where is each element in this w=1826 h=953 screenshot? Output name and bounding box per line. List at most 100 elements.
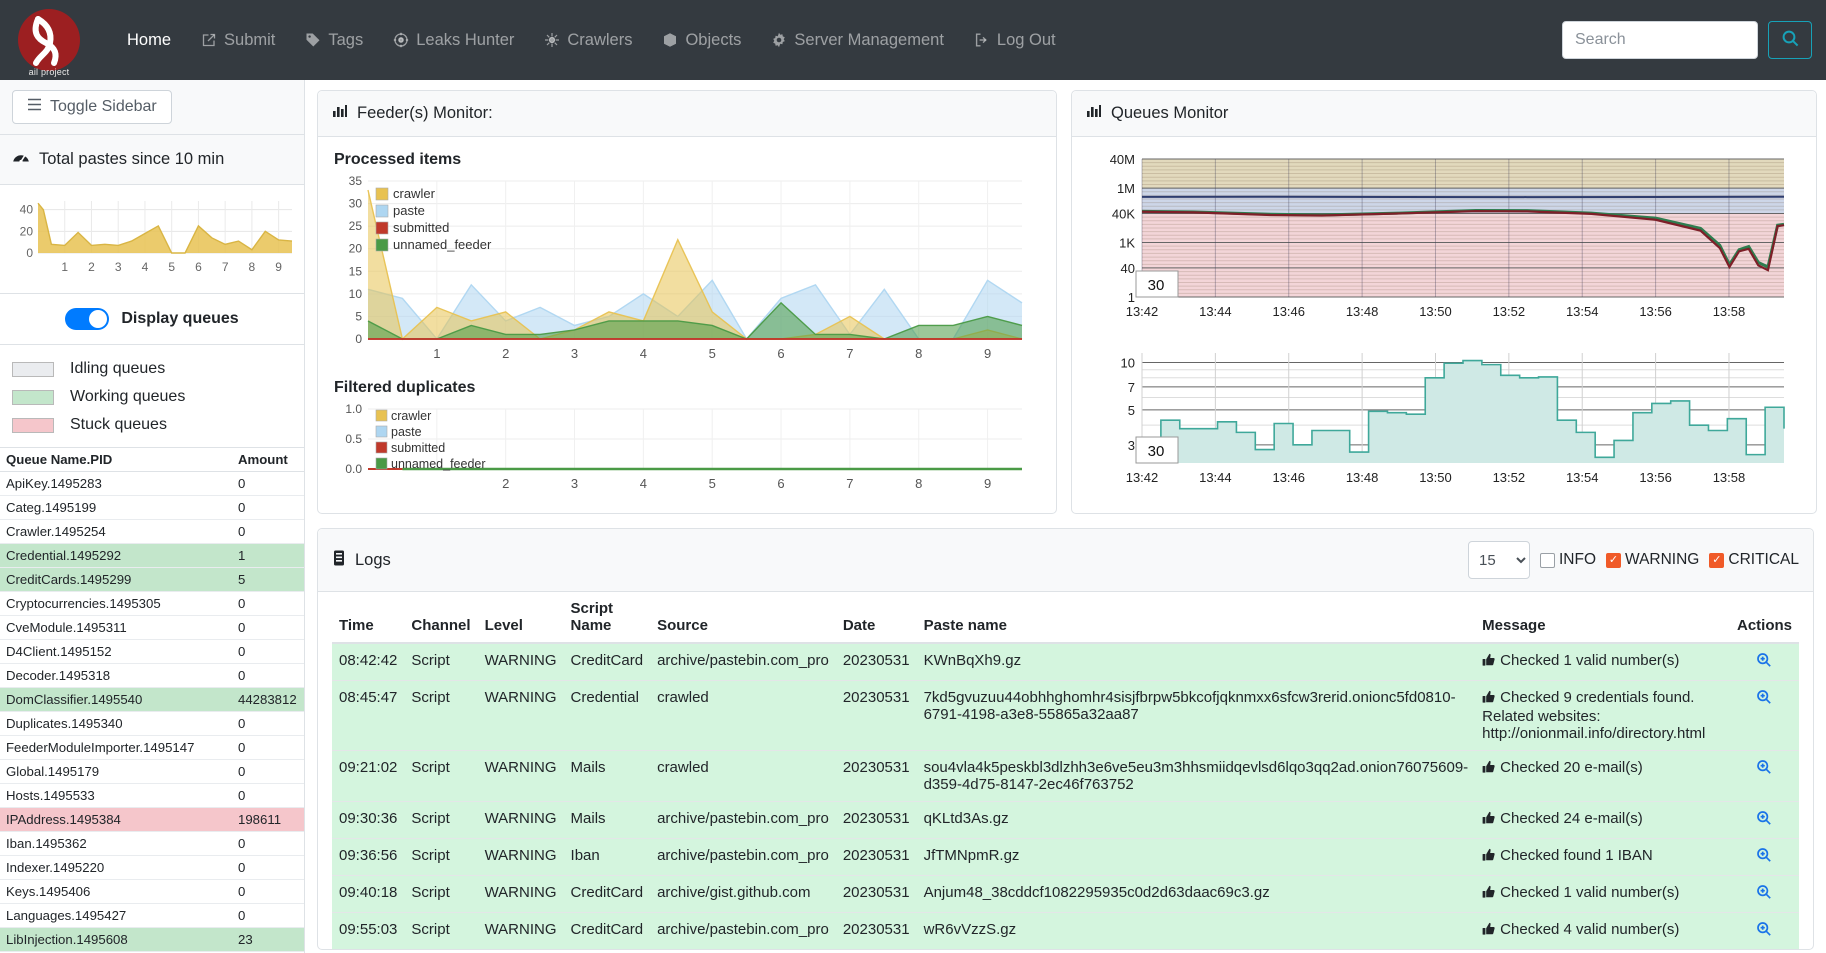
log-row[interactable]: 08:45:47 Script WARNING Credential crawled 20… — [332, 680, 1799, 751]
queue-row[interactable]: CreditCards.1495299 5 — [0, 567, 304, 592]
log-channel: Script — [404, 801, 478, 839]
list-icon — [332, 550, 346, 571]
filter-warning[interactable]: WARNING — [1606, 551, 1699, 569]
queue-name: Indexer.1495220 — [0, 855, 232, 880]
queue-row[interactable]: FeederModuleImporter.1495147 0 — [0, 735, 304, 760]
nav-item-objects[interactable]: Objects — [647, 23, 756, 58]
nav-item-crawlers[interactable]: Crawlers — [529, 23, 647, 58]
logs-col-script-name[interactable]: Script Name — [563, 592, 651, 644]
log-action-cell[interactable] — [1729, 875, 1799, 913]
queue-row[interactable]: CveModule.1495311 0 — [0, 615, 304, 640]
critical-checkbox[interactable] — [1709, 552, 1725, 568]
svg-text:5: 5 — [355, 309, 362, 323]
logs-col-source[interactable]: Source — [650, 592, 836, 644]
brand-logo[interactable]: ail project — [10, 1, 88, 79]
zoom-in-icon[interactable] — [1756, 922, 1772, 941]
nav-item-submit[interactable]: Submit — [186, 23, 290, 58]
queue-row[interactable]: Languages.1495427 0 — [0, 903, 304, 928]
log-time: 08:42:42 — [332, 642, 405, 681]
legend-swatch-stuck — [12, 417, 54, 433]
svg-text:40: 40 — [1121, 261, 1135, 276]
log-row[interactable]: 09:36:56 Script WARNING Iban archive/pastebi… — [332, 838, 1799, 876]
logs-header-row: Time Channel Level Script Name Source Da… — [332, 592, 1799, 644]
log-action-cell[interactable] — [1729, 750, 1799, 802]
logs-col-date[interactable]: Date — [835, 592, 917, 644]
queue-name: Keys.1495406 — [0, 879, 232, 904]
queue-row[interactable]: Indexer.1495220 0 — [0, 855, 304, 880]
nav-item-server-management[interactable]: Server Management — [756, 23, 959, 58]
log-action-cell[interactable] — [1729, 912, 1799, 949]
log-row[interactable]: 09:21:02 Script WARNING Mails crawled 2023053… — [332, 750, 1799, 802]
queue-row[interactable]: Iban.1495362 0 — [0, 831, 304, 856]
queue-row[interactable]: D4Client.1495152 0 — [0, 639, 304, 664]
queue-row[interactable]: Duplicates.1495340 0 — [0, 711, 304, 736]
log-row[interactable]: 09:30:36 Script WARNING Mails archive/pasteb… — [332, 801, 1799, 839]
queue-name: D4Client.1495152 — [0, 639, 232, 664]
zoom-in-icon[interactable] — [1756, 760, 1772, 779]
queue-row[interactable]: DomClassifier.1495540 44283812 — [0, 687, 304, 712]
queue-row[interactable]: Categ.1495199 0 — [0, 495, 304, 520]
thumbs-up-icon — [1482, 760, 1496, 778]
nav-item-label: Submit — [224, 30, 276, 49]
toggle-sidebar-button[interactable]: Toggle Sidebar — [12, 90, 172, 124]
filter-info[interactable]: INFO — [1540, 551, 1596, 569]
zoom-in-icon[interactable] — [1756, 811, 1772, 830]
search-button[interactable] — [1768, 21, 1812, 59]
display-queues-toggle[interactable] — [65, 308, 110, 330]
queue-row[interactable]: Global.1495179 0 — [0, 759, 304, 784]
log-date: 20230531 — [835, 642, 917, 681]
queue-row[interactable]: IPAddress.1495384 198611 — [0, 807, 304, 832]
queues-col-amount[interactable]: Amount — [232, 447, 304, 472]
log-row[interactable]: 08:42:42 Script WARNING CreditCard archive/p… — [332, 642, 1799, 681]
queue-name: FeederModuleImporter.1495147 — [0, 735, 232, 760]
nav-item-log-out[interactable]: Log Out — [959, 23, 1071, 58]
queue-row[interactable]: Credential.1495292 1 — [0, 543, 304, 568]
queue-row[interactable]: LibInjection.1495608 23 — [0, 927, 304, 952]
queue-row[interactable]: ApiKey.1495283 0 — [0, 471, 304, 496]
zoom-in-icon[interactable] — [1756, 653, 1772, 672]
info-checkbox[interactable] — [1540, 552, 1555, 568]
svg-text:9: 9 — [984, 476, 991, 491]
monitors-row: Feeder(s) Monitor: Processed items 0 5 10 1… — [317, 90, 1817, 514]
log-action-cell[interactable] — [1729, 838, 1799, 876]
zoom-in-icon[interactable] — [1756, 885, 1772, 904]
log-action-cell[interactable] — [1729, 801, 1799, 839]
svg-text:13:56: 13:56 — [1639, 304, 1672, 319]
queue-row[interactable]: Crawler.1495254 0 — [0, 519, 304, 544]
nav-item-tags[interactable]: Tags — [290, 23, 378, 58]
logs-col-level[interactable]: Level — [477, 592, 564, 644]
queue-name: Decoder.1495318 — [0, 663, 232, 688]
nav-item-leaks-hunter[interactable]: Leaks Hunter — [378, 23, 529, 58]
logs-col-channel[interactable]: Channel — [404, 592, 478, 644]
warning-checkbox[interactable] — [1606, 552, 1622, 568]
queue-row[interactable]: Decoder.1495318 0 — [0, 663, 304, 688]
svg-text:4: 4 — [142, 260, 149, 274]
log-level: WARNING — [477, 801, 564, 839]
logs-page-size-select[interactable]: 152550100 — [1468, 541, 1530, 579]
log-row[interactable]: 09:40:18 Script WARNING CreditCard archive/g… — [332, 875, 1799, 913]
svg-text:1.0: 1.0 — [345, 402, 362, 416]
warning-label: WARNING — [1625, 551, 1700, 568]
queue-row[interactable]: Hosts.1495533 0 — [0, 783, 304, 808]
log-channel: Script — [404, 838, 478, 876]
search-input[interactable] — [1562, 21, 1758, 59]
log-paste-name: sou4vla4k5peskbl3dlzhh3e6ve5eu3m3hhsmiid… — [916, 750, 1476, 802]
queues-col-name[interactable]: Queue Name.PID — [0, 447, 232, 472]
zoom-in-icon[interactable] — [1756, 690, 1772, 709]
logs-col-paste-name[interactable]: Paste name — [916, 592, 1476, 644]
queue-row[interactable]: Cryptocurrencies.1495305 0 — [0, 591, 304, 616]
log-row[interactable]: 09:55:03 Script WARNING CreditCard archive/p… — [332, 912, 1799, 949]
log-action-cell[interactable] — [1729, 680, 1799, 751]
nav-item-home[interactable]: Home — [112, 23, 186, 58]
display-queues-row: Display queues — [0, 294, 304, 345]
log-action-cell[interactable] — [1729, 642, 1799, 681]
zoom-in-icon[interactable] — [1756, 848, 1772, 867]
logs-col-time[interactable]: Time — [332, 592, 405, 644]
logs-col-message[interactable]: Message — [1475, 592, 1730, 644]
queue-row[interactable]: Keys.1495406 0 — [0, 879, 304, 904]
queues-table: Queue Name.PID Amount ApiKey.1495283 0 Cat… — [0, 447, 304, 953]
nav-links: Home Submit Tags Leaks Hunter Crawlers O… — [112, 23, 1071, 58]
navbar-search — [1562, 21, 1812, 59]
filter-critical[interactable]: CRITICAL — [1709, 551, 1799, 569]
logs-table-wrap: Time Channel Level Script Name Source Da… — [318, 592, 1813, 949]
